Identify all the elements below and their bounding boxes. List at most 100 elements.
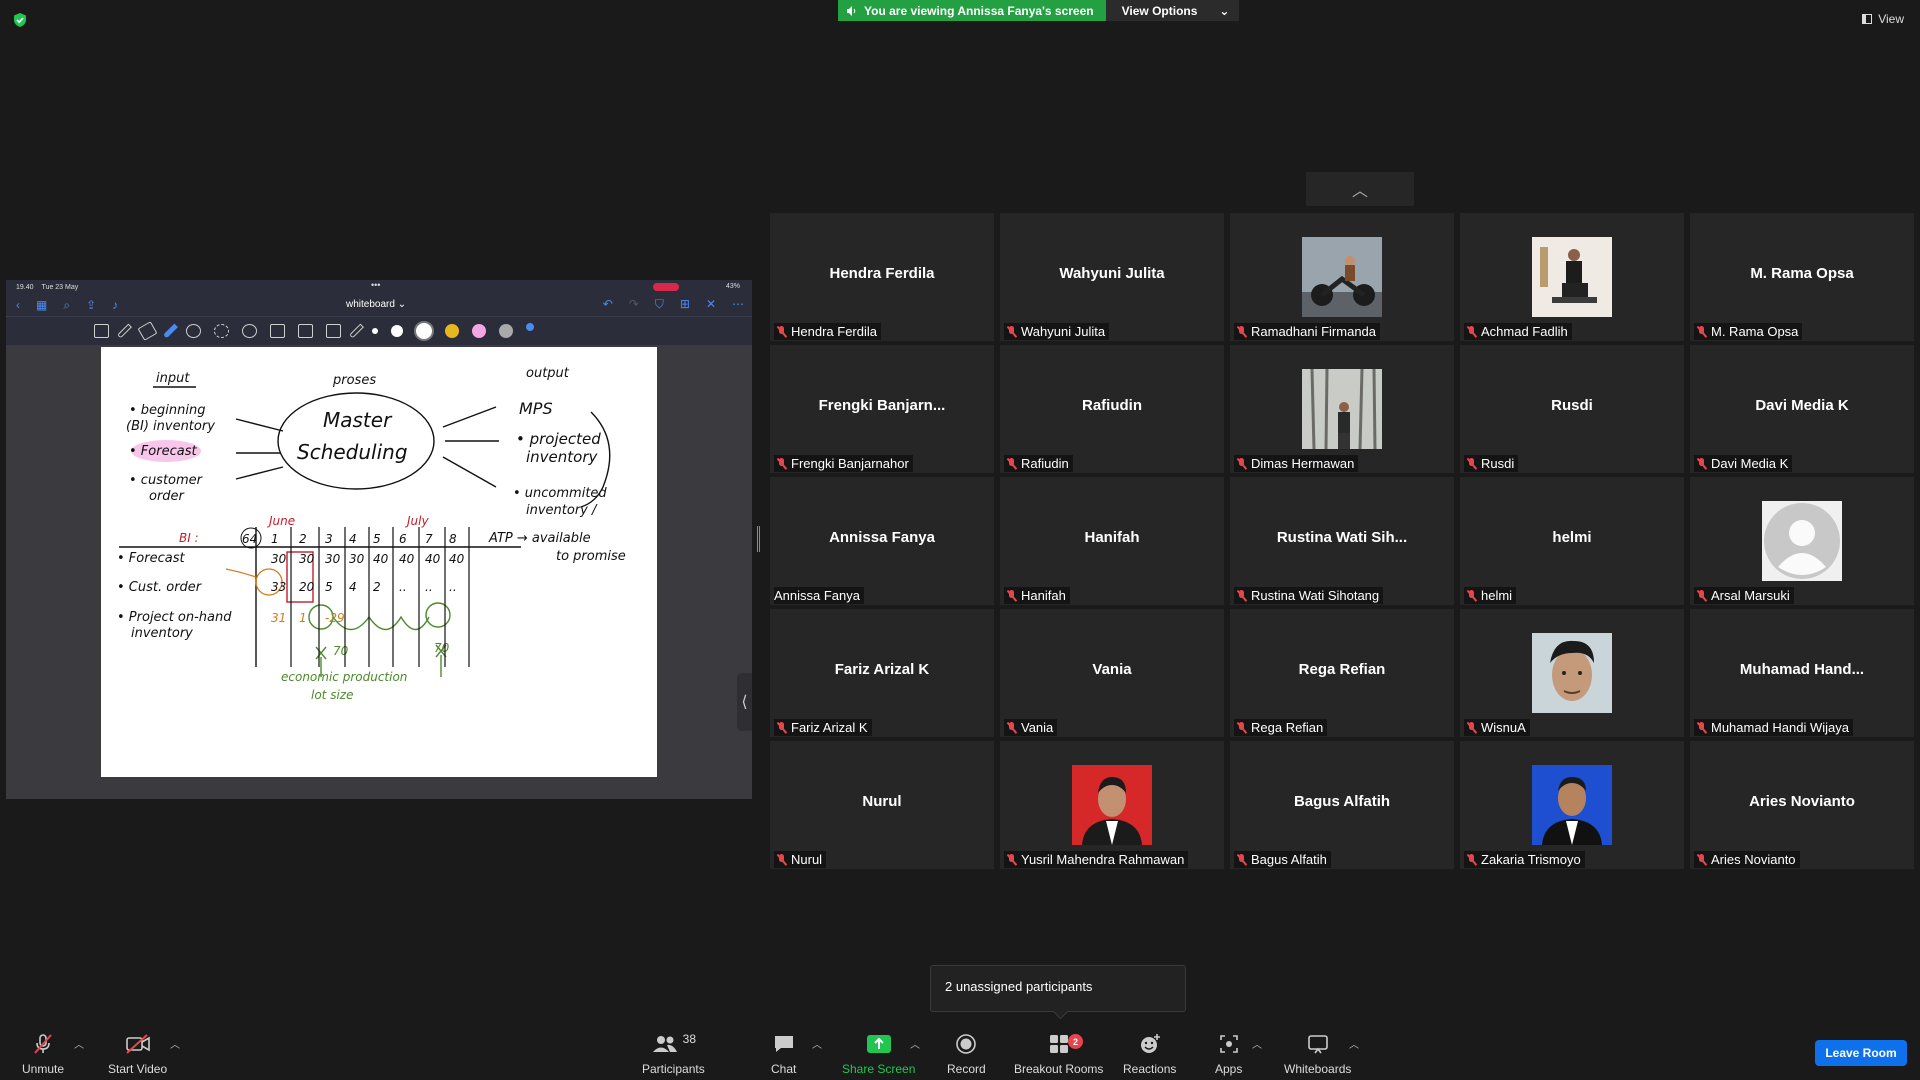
leave-room-button[interactable]: Leave Room	[1815, 1040, 1907, 1066]
participant-tile[interactable]: Frengki Banjarn... Frengki Banjarnahor	[770, 345, 994, 473]
wb-bi-value: 64	[242, 532, 257, 546]
participant-name: Rusdi	[1481, 456, 1515, 471]
participant-tile[interactable]: Aries Novianto Aries Novianto	[1690, 741, 1914, 869]
color-swatch-yellow[interactable]	[445, 324, 459, 338]
color-swatch-gray[interactable]	[499, 324, 513, 338]
muted-mic-icon	[1236, 325, 1248, 338]
add-page-icon[interactable]: ⊞	[680, 297, 690, 312]
view-options-button[interactable]: View Options ⌄	[1105, 0, 1240, 21]
chat-options-caret-icon[interactable]: ︿	[812, 1036, 822, 1051]
participant-tile[interactable]: Ramadhani Firmanda	[1230, 213, 1454, 341]
breakout-rooms-button[interactable]: Breakout Rooms	[1014, 1032, 1103, 1076]
more-icon[interactable]: ⋯	[732, 297, 744, 312]
reactions-button[interactable]: Reactions	[1123, 1032, 1176, 1076]
apps-options-caret-icon[interactable]: ︿	[1252, 1036, 1262, 1051]
participant-tile[interactable]: Dimas Hermawan	[1230, 345, 1454, 473]
encryption-shield-icon[interactable]	[12, 12, 28, 28]
participant-tile[interactable]: Zakaria Trismoyo	[1460, 741, 1684, 869]
participant-display-name: Hanifah	[1084, 529, 1140, 546]
participant-tile[interactable]: Muhamad Hand... Muhamad Handi Wijaya	[1690, 609, 1914, 737]
sticker-tool-icon[interactable]	[242, 324, 257, 338]
participant-name: Dimas Hermawan	[1251, 456, 1355, 471]
audio-options-caret-icon[interactable]: ︿	[74, 1036, 84, 1051]
participant-name-label: Vania	[1004, 719, 1058, 736]
whiteboards-button[interactable]: Whiteboards	[1284, 1032, 1351, 1076]
whiteboard-page[interactable]: input proses output • beginning (BI) inv…	[101, 347, 657, 777]
schedule-cell: 30	[349, 552, 365, 566]
chat-button[interactable]: Chat	[771, 1032, 796, 1076]
participant-tile[interactable]: Annissa Fanya Annissa Fanya	[770, 477, 994, 605]
photo-tool-icon[interactable]	[270, 324, 285, 338]
gallery-page-up-button[interactable]: ︿	[1306, 172, 1414, 206]
participant-tile[interactable]: Rega Refian Rega Refian	[1230, 609, 1454, 737]
schedule-cell: 20	[299, 580, 315, 594]
participant-tile[interactable]: WisnuA	[1460, 609, 1684, 737]
text-tool-icon[interactable]	[326, 324, 341, 338]
participant-tile[interactable]: Yusril Mahendra Rahmawan	[1000, 741, 1224, 869]
pen-tool-icon[interactable]	[117, 323, 132, 339]
participant-tile[interactable]: Arsal Marsuki	[1690, 477, 1914, 605]
color-swatch-large[interactable]	[416, 323, 432, 339]
participant-tile[interactable]: Hendra Ferdila Hendra Ferdila	[770, 213, 994, 341]
start-video-label: Start Video	[108, 1062, 168, 1076]
color-picker-icon[interactable]	[526, 323, 534, 331]
participant-tile[interactable]: Wahyuni Julita Wahyuni Julita	[1000, 213, 1224, 341]
screen-share-banner: You are viewing Annissa Fanya's screen V…	[838, 0, 1240, 21]
chat-label: Chat	[771, 1062, 797, 1076]
highlighter-tool-icon[interactable]	[163, 323, 178, 339]
shapes-tool-icon[interactable]	[186, 324, 201, 338]
redo-icon[interactable]: ↷	[629, 297, 639, 312]
view-layout-button[interactable]: View	[1862, 12, 1904, 26]
image-tool-icon[interactable]	[94, 324, 109, 338]
wb-beginning: • beginning	[129, 403, 206, 418]
participant-photo	[1072, 765, 1152, 845]
participant-tile[interactable]: Vania Vania	[1000, 609, 1224, 737]
participants-button[interactable]: 38 Participants	[642, 1032, 705, 1076]
participant-name: Hendra Ferdila	[791, 324, 877, 339]
whiteboards-options-caret-icon[interactable]: ︿	[1349, 1036, 1359, 1051]
lasso-tool-icon[interactable]	[214, 324, 229, 338]
participant-tile[interactable]: Davi Media K Davi Media K	[1690, 345, 1914, 473]
participant-tile[interactable]: M. Rama Opsa M. Rama Opsa	[1690, 213, 1914, 341]
schedule-cell: 2	[299, 532, 307, 546]
video-options-caret-icon[interactable]: ︿	[170, 1036, 180, 1051]
share-screen-button[interactable]: Share Screen	[842, 1032, 915, 1076]
collapse-panel-chevron-icon[interactable]: ⟨	[737, 673, 752, 731]
participant-tile[interactable]: Hanifah Hanifah	[1000, 477, 1224, 605]
apps-button[interactable]: Apps	[1215, 1032, 1242, 1076]
color-swatch-pink[interactable]	[472, 324, 486, 338]
participant-tile[interactable]: Fariz Arizal K Fariz Arizal K	[770, 609, 994, 737]
grid-icon[interactable]: ▦	[36, 298, 47, 313]
bookmark-icon[interactable]: ⛉	[655, 297, 664, 312]
schedule-cell: 30	[271, 552, 287, 566]
unmute-button[interactable]: Unmute	[22, 1032, 64, 1076]
participant-tile[interactable]: Achmad Fadlih	[1460, 213, 1684, 341]
participant-tile[interactable]: helmi helmi	[1460, 477, 1684, 605]
eraser-tool-icon[interactable]	[137, 321, 158, 341]
start-video-button[interactable]: Start Video	[108, 1032, 167, 1076]
close-icon[interactable]: ✕	[706, 297, 716, 312]
color-swatch-small[interactable]	[372, 328, 378, 334]
record-button[interactable]: Record	[947, 1032, 986, 1076]
participant-tile[interactable]: Rustina Wati Sih... Rustina Wati Sihotang	[1230, 477, 1454, 605]
share-options-caret-icon[interactable]: ︿	[910, 1036, 920, 1051]
microphone-icon[interactable]: ♪	[112, 298, 118, 313]
splitter-handle[interactable]	[757, 526, 760, 552]
participant-tile[interactable]: Rafiudin Rafiudin	[1000, 345, 1224, 473]
participants-label: Participants	[642, 1062, 705, 1076]
share-icon[interactable]: ⇪	[86, 298, 96, 313]
participant-tile[interactable]: Nurul Nurul	[770, 741, 994, 869]
search-icon[interactable]: ⌕	[63, 298, 70, 313]
participant-tile[interactable]: Rusdi Rusdi	[1460, 345, 1684, 473]
participant-tile[interactable]: Bagus Alfatih Bagus Alfatih	[1230, 741, 1454, 869]
participant-photo	[1532, 765, 1612, 845]
document-title[interactable]: whiteboard ⌄	[346, 299, 406, 310]
laser-tool-icon[interactable]	[349, 323, 364, 339]
keyboard-tool-icon[interactable]	[298, 324, 313, 338]
color-swatch-medium[interactable]	[391, 325, 403, 337]
wb-bi-label: BI :	[179, 531, 199, 545]
participant-name-label: Rega Refian	[1234, 719, 1328, 736]
participant-name: Wahyuni Julita	[1021, 324, 1106, 339]
undo-icon[interactable]: ↶	[603, 297, 613, 312]
back-icon[interactable]: ‹	[16, 298, 20, 313]
